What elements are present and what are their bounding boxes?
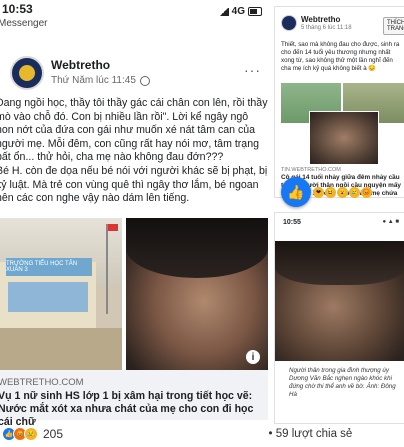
- link-title: Vụ 1 nữ sinh HS lớp 1 bị xâm hại trong t…: [0, 390, 254, 428]
- avatar[interactable]: [10, 56, 44, 90]
- love-reaction-icon[interactable]: ❤: [313, 187, 324, 198]
- more-options-icon[interactable]: ···: [244, 62, 261, 78]
- status-time: 10:55: [283, 219, 301, 226]
- like-page-button[interactable]: THÍCH TRANG: [383, 17, 404, 35]
- link-domain: TIN.WEBTRETHO.COM: [281, 167, 341, 173]
- page-name[interactable]: Webtretho: [51, 58, 150, 72]
- status-time: 10:53: [2, 2, 33, 16]
- haha-reaction-icon[interactable]: 😆: [325, 187, 336, 198]
- school-wall: [8, 282, 88, 312]
- related-collage: Webtretho 5 tháng 6 lúc 11:18 THÍCH TRAN…: [268, 0, 404, 447]
- reaction-picker[interactable]: ❤ 😆 😮 😢 😡: [313, 187, 372, 198]
- status-indicators: 4G: [218, 6, 262, 17]
- status-carrier: Messenger: [0, 18, 48, 29]
- post-meta: Thứ Năm lúc 11:45: [51, 75, 150, 86]
- related-post-text: Thiết, sao mà không đau cho được, sinh r…: [281, 41, 400, 72]
- status-indicators: ● ▲ ■: [382, 219, 399, 225]
- post-timestamp[interactable]: Thứ Năm lúc 11:45: [51, 75, 136, 86]
- logo-icon: [19, 65, 35, 81]
- angry-reaction-icon[interactable]: 😡: [361, 187, 372, 198]
- post-header: Webtretho Thứ Năm lúc 11:45: [10, 56, 150, 90]
- link-preview[interactable]: WEBTRETHO.COM Vụ 1 nữ sinh HS lớp 1 bị x…: [0, 370, 268, 428]
- globe-icon: [139, 75, 150, 86]
- flagpole: [106, 224, 108, 314]
- crying-mother-photo[interactable]: i: [126, 218, 268, 370]
- main-post-screenshot: 10:53 Messenger 4G Webtretho Thứ Năm lúc…: [0, 0, 268, 447]
- related-article-card[interactable]: 10:55 ● ▲ ■ Người thân trong gia đình th…: [274, 212, 404, 424]
- related-post-card[interactable]: Webtretho 5 tháng 6 lúc 11:18 THÍCH TRAN…: [274, 6, 404, 207]
- flag-icon: [108, 224, 118, 231]
- sad-reaction-icon: 😢: [24, 427, 38, 441]
- wow-reaction-icon[interactable]: 😮: [337, 187, 348, 198]
- like-button[interactable]: 👍: [281, 177, 311, 207]
- info-icon[interactable]: i: [246, 350, 260, 364]
- school-photo[interactable]: TRƯỜNG TIỂU HỌC TÂN XUÂN 3: [0, 218, 122, 370]
- battery-icon: [248, 7, 262, 16]
- page-name: Webtretho: [301, 15, 341, 24]
- engagement-stats[interactable]: 12 bình luận • 59 lượt chia sẻ: [268, 428, 404, 440]
- link-domain: WEBTRETHO.COM: [0, 377, 84, 388]
- reaction-count: 205: [43, 427, 64, 441]
- signal-icon: [218, 7, 229, 16]
- post-text: Đang ngồi học, thầy tôi thầy gác cái châ…: [0, 97, 268, 205]
- post-timestamp: 5 tháng 6 lúc 11:18: [301, 25, 352, 31]
- sad-reaction-icon[interactable]: 😢: [349, 187, 360, 198]
- avatar: [281, 15, 297, 31]
- school-sign: TRƯỜNG TIỂU HỌC TÂN XUÂN 3: [6, 258, 92, 276]
- network-label: 4G: [231, 6, 245, 17]
- photo-caption: Người thân trong gia đình thượng úy Dươn…: [289, 367, 396, 398]
- related-photos: [281, 83, 404, 165]
- reaction-summary[interactable]: 👍 😡 😢 205: [2, 427, 63, 441]
